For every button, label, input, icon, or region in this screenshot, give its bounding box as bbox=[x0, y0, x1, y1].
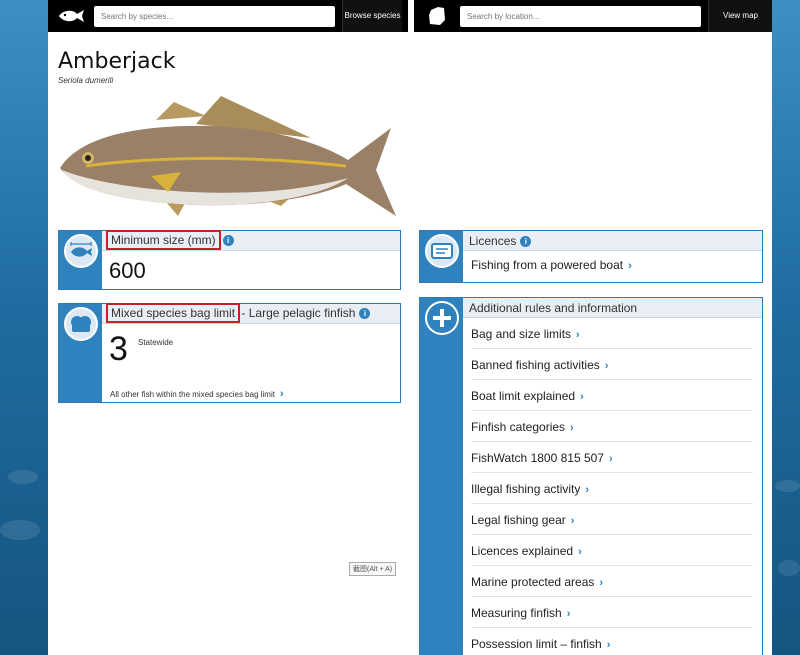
bag-limit-value: 3 bbox=[109, 330, 128, 368]
rule-link[interactable]: Marine protected areas › bbox=[471, 566, 753, 597]
bag-limit-category: - Large pelagic finfish bbox=[241, 306, 356, 320]
scientific-name: Seriola dumerili bbox=[58, 76, 114, 85]
bag-limit-header: Mixed species bag limit - Large pelagic … bbox=[102, 303, 400, 324]
top-navigation-bar: Browse species View map bbox=[48, 0, 772, 32]
rule-link[interactable]: FishWatch 1800 815 507 › bbox=[471, 442, 753, 473]
chevron-right-icon: › bbox=[606, 639, 611, 651]
licence-powered-boat-link[interactable]: Fishing from a powered boat › bbox=[471, 258, 632, 272]
rule-link-label: Legal fishing gear bbox=[471, 513, 566, 527]
browse-species-button[interactable]: Browse species bbox=[342, 0, 402, 32]
species-page: Amberjack Seriola dumerili Minimum size … bbox=[48, 32, 772, 655]
bag-limit-heading: Mixed species bag limit bbox=[105, 303, 241, 323]
rule-link-label: Possession limit – finfish bbox=[471, 637, 602, 651]
location-search-input[interactable] bbox=[460, 5, 701, 27]
info-icon[interactable]: i bbox=[222, 235, 234, 246]
rule-link-label: Marine protected areas bbox=[471, 575, 595, 589]
plus-icon bbox=[425, 301, 459, 335]
chevron-right-icon: › bbox=[585, 484, 590, 496]
rule-link-label: Boat limit explained bbox=[471, 389, 576, 403]
chevron-right-icon: › bbox=[576, 329, 580, 341]
species-search-input[interactable] bbox=[94, 5, 335, 27]
location-search-bar: View map bbox=[414, 0, 772, 32]
minimum-size-panel: Minimum size (mm) i 600 bbox=[58, 230, 401, 290]
rule-link[interactable]: Legal fishing gear › bbox=[471, 504, 753, 535]
chevron-right-icon: › bbox=[580, 391, 584, 403]
info-icon[interactable]: i bbox=[520, 236, 532, 247]
chevron-right-icon: › bbox=[279, 388, 284, 400]
rule-link[interactable]: Illegal fishing activity › bbox=[471, 473, 753, 504]
other-fish-link[interactable]: All other fish within the mixed species … bbox=[110, 388, 284, 400]
chevron-right-icon: › bbox=[570, 515, 575, 527]
panel-sidebar bbox=[59, 231, 102, 289]
view-map-button[interactable]: View map bbox=[708, 0, 772, 32]
amberjack-illustration bbox=[60, 96, 396, 216]
rule-link[interactable]: Bag and size limits › bbox=[471, 318, 753, 349]
info-icon[interactable]: i bbox=[359, 308, 371, 319]
fish-icon[interactable] bbox=[48, 0, 94, 32]
background-fish-decoration bbox=[778, 560, 800, 576]
ime-hint-tooltip: 截图(Alt + A) bbox=[349, 562, 397, 576]
additional-rules-panel: Additional rules and information Bag and… bbox=[419, 297, 763, 655]
chevron-right-icon: › bbox=[578, 546, 582, 558]
chevron-right-icon: › bbox=[566, 608, 571, 620]
measuring-fish-icon bbox=[64, 234, 98, 268]
minimum-size-header: Minimum size (mm) i bbox=[102, 230, 400, 251]
rule-link-label: Measuring finfish bbox=[471, 606, 562, 620]
chevron-right-icon: › bbox=[608, 453, 613, 465]
rule-link-label: Banned fishing activities bbox=[471, 358, 600, 372]
chevron-right-icon: › bbox=[599, 577, 604, 589]
rule-link-label: Bag and size limits bbox=[471, 327, 572, 341]
additional-rules-header: Additional rules and information bbox=[463, 298, 762, 318]
panel-sidebar bbox=[420, 231, 463, 282]
rule-link-label: Illegal fishing activity bbox=[471, 482, 581, 496]
additional-rules-heading: Additional rules and information bbox=[469, 301, 638, 315]
rule-link[interactable]: Finfish categories › bbox=[471, 411, 753, 442]
other-fish-link-label: All other fish within the mixed species … bbox=[110, 390, 275, 399]
chevron-right-icon: › bbox=[570, 422, 574, 434]
rule-link[interactable]: Boat limit explained › bbox=[471, 380, 753, 411]
licences-panel: Licences i Fishing from a powered boat › bbox=[419, 230, 763, 283]
panel-sidebar bbox=[420, 298, 463, 655]
background-fish-decoration bbox=[775, 480, 800, 492]
rule-link-label: Licences explained bbox=[471, 544, 574, 558]
species-name: Amberjack bbox=[58, 49, 176, 74]
bag-limit-panel: Mixed species bag limit - Large pelagic … bbox=[58, 303, 401, 403]
map-region-icon[interactable] bbox=[414, 0, 460, 32]
licence-powered-boat-label: Fishing from a powered boat bbox=[471, 258, 624, 272]
background-fish-decoration bbox=[0, 520, 40, 540]
minimum-size-value: 600 bbox=[109, 258, 146, 283]
fish-bag-icon bbox=[64, 307, 98, 341]
licence-card-icon bbox=[425, 234, 459, 268]
chevron-right-icon: › bbox=[604, 360, 609, 372]
bag-limit-scope: Statewide bbox=[138, 338, 174, 347]
rule-link[interactable]: Licences explained › bbox=[471, 535, 753, 566]
panel-sidebar bbox=[59, 304, 102, 402]
background-fish-decoration bbox=[8, 470, 38, 484]
rule-link-label: Finfish categories bbox=[471, 420, 566, 434]
rule-link-label: FishWatch 1800 815 507 bbox=[471, 451, 604, 465]
licences-header: Licences i bbox=[463, 231, 762, 251]
minimum-size-heading: Minimum size (mm) bbox=[106, 230, 221, 250]
chevron-right-icon: › bbox=[628, 260, 632, 272]
rule-link[interactable]: Banned fishing activities › bbox=[471, 349, 753, 380]
licences-heading: Licences bbox=[469, 234, 517, 248]
rule-link[interactable]: Possession limit – finfish › bbox=[471, 628, 753, 655]
rule-link[interactable]: Measuring finfish › bbox=[471, 597, 753, 628]
species-search-bar: Browse species bbox=[48, 0, 408, 32]
